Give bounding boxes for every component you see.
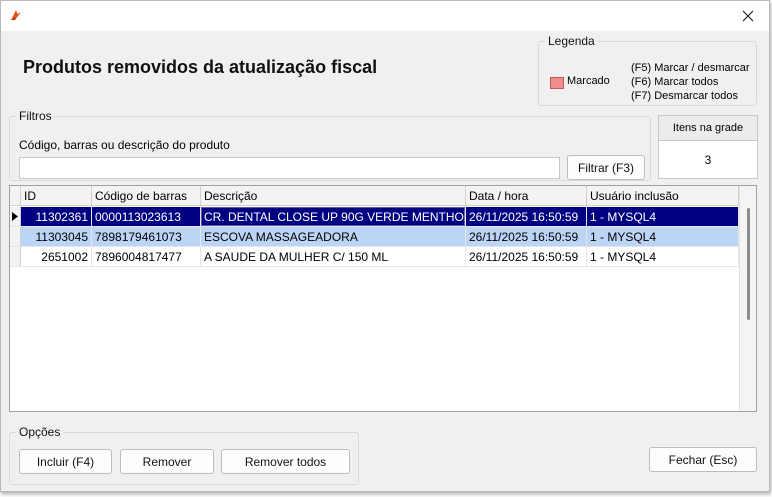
- products-grid[interactable]: ID Código de barras Descrição Data / hor…: [9, 185, 757, 412]
- row-indicator: [10, 227, 21, 247]
- search-input[interactable]: [19, 157, 560, 179]
- shortcut-list: (F5) Marcar / desmarcar (F6) Marcar todo…: [631, 61, 750, 103]
- close-icon[interactable]: [737, 5, 759, 27]
- table-row[interactable]: 2651002 7896004817477 A SAUDE DA MULHER …: [10, 247, 739, 267]
- cell-barcode: 0000113023613: [92, 207, 201, 227]
- item-count-label: Itens na grade: [659, 116, 757, 141]
- table-row[interactable]: 11302361 0000113023613 CR. DENTAL CLOSE …: [10, 207, 739, 227]
- column-header-user[interactable]: Usuário inclusão: [587, 186, 739, 206]
- close-button[interactable]: Fechar (Esc): [649, 447, 757, 472]
- page-title: Produtos removidos da atualização fiscal: [23, 57, 378, 77]
- cell-datetime: 26/11/2025 16:50:59: [466, 207, 587, 227]
- column-header-id[interactable]: ID: [21, 186, 92, 206]
- column-header-barcode[interactable]: Código de barras: [92, 186, 201, 206]
- include-button[interactable]: Incluir (F4): [19, 449, 112, 474]
- cell-datetime: 26/11/2025 16:50:59: [466, 247, 587, 267]
- column-header-description[interactable]: Descrição: [201, 186, 466, 206]
- legend-title: Legenda: [548, 34, 595, 48]
- filters-panel: Filtros Código, barras ou descrição do p…: [9, 109, 651, 181]
- scrollbar-thumb[interactable]: [747, 208, 750, 320]
- row-indicator: [10, 247, 21, 267]
- remove-button[interactable]: Remover: [120, 449, 214, 474]
- column-header-datetime[interactable]: Data / hora: [466, 186, 587, 206]
- table-row[interactable]: 11303045 7898179461073 ESCOVA MASSAGEADO…: [10, 227, 739, 247]
- cell-id: 2651002: [21, 247, 92, 267]
- filter-button[interactable]: Filtrar (F3): [567, 155, 645, 180]
- shortcut-toggle: (F5) Marcar / desmarcar: [631, 62, 750, 74]
- cell-description: ESCOVA MASSAGEADORA: [201, 227, 466, 247]
- app-logo-icon: [9, 8, 23, 22]
- grid-vertical-scrollbar[interactable]: [739, 186, 756, 411]
- cell-description: CR. DENTAL CLOSE UP 90G VERDE MENTHOL: [201, 207, 466, 227]
- search-field-label: Código, barras ou descrição do produto: [19, 138, 230, 152]
- shortcut-unmark-all: (F7) Desmarcar todos: [631, 90, 738, 102]
- title-bar: [1, 1, 769, 31]
- cell-id: 11303045: [21, 227, 92, 247]
- cell-user: 1 - MYSQL4: [587, 247, 739, 267]
- filters-title: Filtros: [19, 109, 52, 123]
- item-count-box: Itens na grade 3: [658, 115, 758, 179]
- cell-user: 1 - MYSQL4: [587, 227, 739, 247]
- legend-panel: Legenda Marcado (F5) Marcar / desmarcar …: [538, 34, 757, 106]
- remove-all-button[interactable]: Remover todos: [221, 449, 350, 474]
- cell-description: A SAUDE DA MULHER C/ 150 ML: [201, 247, 466, 267]
- cell-user: 1 - MYSQL4: [587, 207, 739, 227]
- marked-label: Marcado: [567, 75, 610, 87]
- row-pointer-icon: [10, 207, 21, 227]
- dialog-window: Produtos removidos da atualização fiscal…: [0, 0, 770, 492]
- shortcut-mark-all: (F6) Marcar todos: [631, 76, 719, 88]
- cell-datetime: 26/11/2025 16:50:59: [466, 227, 587, 247]
- cell-barcode: 7898179461073: [92, 227, 201, 247]
- options-title: Opções: [19, 425, 61, 439]
- options-panel: Opções Incluir (F4) Remover Remover todo…: [9, 425, 359, 485]
- grid-header: ID Código de barras Descrição Data / hor…: [10, 186, 739, 206]
- cell-id: 11302361: [21, 207, 92, 227]
- cell-barcode: 7896004817477: [92, 247, 201, 267]
- marked-color-swatch: [550, 77, 564, 89]
- item-count-value: 3: [704, 153, 712, 167]
- indicator-column-header: [10, 186, 21, 206]
